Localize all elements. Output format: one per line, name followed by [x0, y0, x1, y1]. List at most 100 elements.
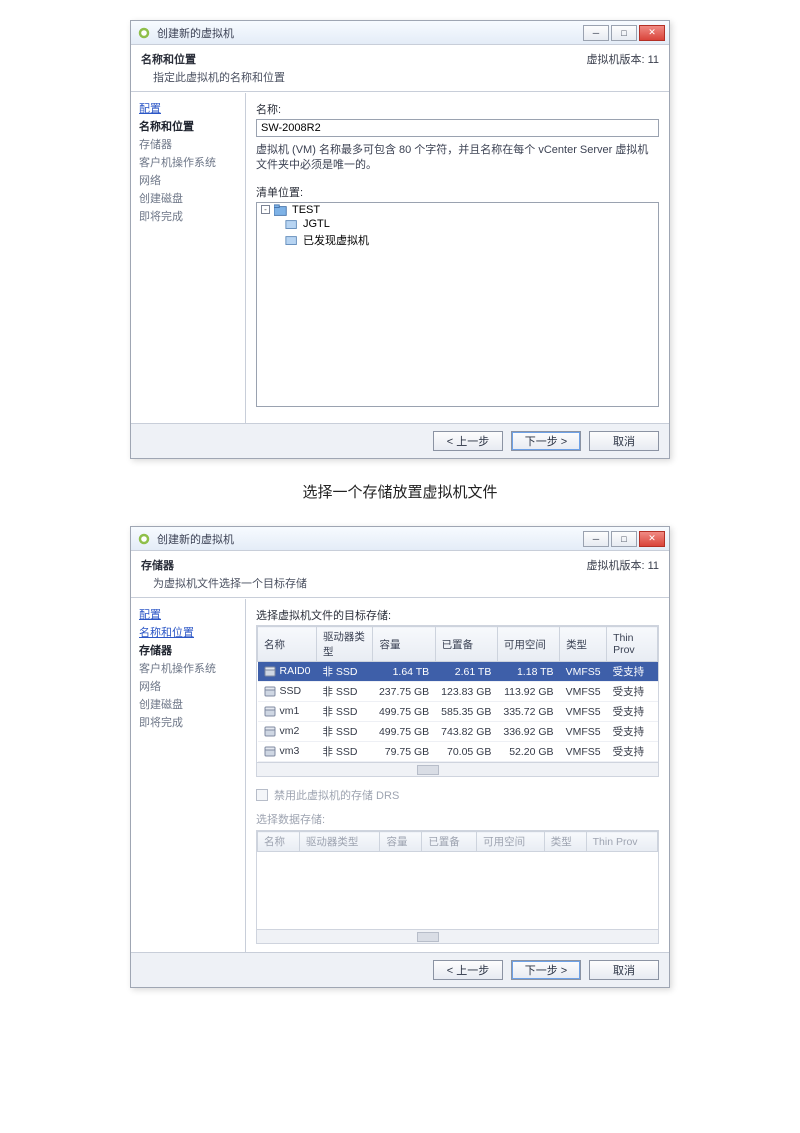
cell: 受支持 — [607, 742, 658, 762]
step-subtitle: 为虚拟机文件选择一个目标存储 — [153, 575, 307, 591]
datastore-icon — [264, 746, 276, 758]
sidebar-item: 创建磁盘 — [139, 695, 237, 713]
minimize-button[interactable]: ─ — [583, 531, 609, 547]
cell: VMFS5 — [560, 662, 607, 682]
cell: 1.18 TB — [497, 662, 559, 682]
datastore-row[interactable]: vm2非 SSD499.75 GB743.82 GB336.92 GBVMFS5… — [258, 722, 658, 742]
datastore-icon — [264, 686, 276, 698]
cell: 499.75 GB — [373, 722, 435, 742]
sidebar-item: 存储器 — [139, 135, 237, 153]
datastore-row[interactable]: SSD非 SSD237.75 GB123.83 GB113.92 GBVMFS5… — [258, 682, 658, 702]
next-button[interactable]: 下一步 > — [511, 431, 581, 451]
cell: VMFS5 — [560, 682, 607, 702]
column-header[interactable]: 可用空间 — [497, 627, 559, 662]
minimize-button[interactable]: ─ — [583, 25, 609, 41]
horizontal-scrollbar[interactable] — [256, 930, 659, 944]
name-hint: 虚拟机 (VM) 名称最多可包含 80 个字符，并且名称在每个 vCenter … — [256, 143, 659, 174]
cell: vm2 — [258, 722, 317, 742]
cell: 受支持 — [607, 662, 658, 682]
cell: 70.05 GB — [435, 742, 497, 762]
cell: 非 SSD — [316, 682, 373, 702]
column-header[interactable]: 名称 — [258, 627, 317, 662]
close-button[interactable]: ✕ — [639, 25, 665, 41]
datastore-icon — [264, 726, 276, 738]
sidebar-item: 名称和位置 — [139, 117, 237, 135]
name-input[interactable] — [256, 119, 659, 137]
sidebar-item: 客户机操作系统 — [139, 659, 237, 677]
window-title: 创建新的虚拟机 — [157, 531, 583, 547]
column-header: 名称 — [258, 832, 300, 852]
app-icon — [137, 532, 151, 546]
cell: 受支持 — [607, 722, 658, 742]
tree-root[interactable]: - TEST — [257, 203, 658, 217]
maximize-button[interactable]: □ — [611, 531, 637, 547]
horizontal-scrollbar[interactable] — [256, 763, 659, 777]
wizard-header: 存储器 为虚拟机文件选择一个目标存储 虚拟机版本: 11 — [131, 551, 669, 598]
cell: 123.83 GB — [435, 682, 497, 702]
sidebar-item[interactable]: 配置 — [139, 99, 237, 117]
collapse-icon[interactable]: - — [261, 205, 270, 214]
column-header[interactable]: 驱动器类型 — [316, 627, 373, 662]
datastore-table[interactable]: 名称驱动器类型容量已置备可用空间类型Thin Prov RAID0非 SSD1.… — [257, 626, 658, 762]
wizard-footer: < 上一步 下一步 > 取消 — [131, 952, 669, 987]
cell: 1.64 TB — [373, 662, 435, 682]
cell: 2.61 TB — [435, 662, 497, 682]
column-header: Thin Prov — [586, 832, 657, 852]
column-header[interactable]: 类型 — [560, 627, 607, 662]
sidebar-item: 网络 — [139, 677, 237, 695]
cancel-button[interactable]: 取消 — [589, 960, 659, 980]
column-header[interactable]: 容量 — [373, 627, 435, 662]
datastore-icon — [264, 666, 276, 678]
column-header[interactable]: 已置备 — [435, 627, 497, 662]
wizard-sidebar: 配置名称和位置存储器客户机操作系统网络创建磁盘即将完成 — [131, 599, 246, 952]
cell: 受支持 — [607, 702, 658, 722]
sidebar-item: 客户机操作系统 — [139, 153, 237, 171]
cell: 113.92 GB — [497, 682, 559, 702]
maximize-button[interactable]: □ — [611, 25, 637, 41]
titlebar[interactable]: 创建新的虚拟机 ─ □ ✕ — [131, 21, 669, 45]
tree-item[interactable]: JGTL — [257, 217, 658, 231]
sidebar-item: 即将完成 — [139, 207, 237, 225]
vm-version: 虚拟机版本: 11 — [586, 51, 659, 85]
column-header: 类型 — [544, 832, 586, 852]
close-button[interactable]: ✕ — [639, 531, 665, 547]
name-label: 名称: — [256, 101, 659, 117]
titlebar[interactable]: 创建新的虚拟机 ─ □ ✕ — [131, 527, 669, 551]
cell: 非 SSD — [316, 662, 373, 682]
sub-datastore-table: 名称驱动器类型容量已置备可用空间类型Thin Prov — [257, 831, 658, 852]
sidebar-item[interactable]: 配置 — [139, 605, 237, 623]
cell: 非 SSD — [316, 702, 373, 722]
column-header: 容量 — [380, 832, 422, 852]
sidebar-item[interactable]: 名称和位置 — [139, 623, 237, 641]
window-title: 创建新的虚拟机 — [157, 25, 583, 41]
tree-item[interactable]: 已发现虚拟机 — [257, 231, 658, 249]
dialog-name-location: 创建新的虚拟机 ─ □ ✕ 名称和位置 指定此虚拟机的名称和位置 虚拟机版本: … — [130, 20, 670, 459]
tree-label: 已发现虚拟机 — [303, 232, 369, 248]
column-header[interactable]: Thin Prov — [607, 627, 658, 662]
next-button[interactable]: 下一步 > — [511, 960, 581, 980]
cell: 受支持 — [607, 682, 658, 702]
column-header: 可用空间 — [477, 832, 545, 852]
cell: VMFS5 — [560, 702, 607, 722]
tree-label: JGTL — [303, 218, 330, 230]
datastore-row[interactable]: vm3非 SSD79.75 GB70.05 GB52.20 GBVMFS5受支持 — [258, 742, 658, 762]
cell: 非 SSD — [316, 742, 373, 762]
window-buttons: ─ □ ✕ — [583, 531, 665, 547]
sublist-label: 选择数据存储: — [256, 811, 659, 827]
cell: 237.75 GB — [373, 682, 435, 702]
folder-icon — [285, 234, 299, 246]
content-area: 名称: 虚拟机 (VM) 名称最多可包含 80 个字符，并且名称在每个 vCen… — [246, 93, 669, 423]
cell: VMFS5 — [560, 742, 607, 762]
back-button[interactable]: < 上一步 — [433, 960, 503, 980]
inventory-tree[interactable]: - TEST JGTL 已发现虚拟机 — [256, 202, 659, 407]
cell: 499.75 GB — [373, 702, 435, 722]
step-title: 名称和位置 — [141, 51, 285, 67]
datastore-row[interactable]: vm1非 SSD499.75 GB585.35 GB335.72 GBVMFS5… — [258, 702, 658, 722]
drs-checkbox-row: 禁用此虚拟机的存储 DRS — [256, 787, 659, 803]
drs-checkbox[interactable] — [256, 789, 268, 801]
drs-checkbox-label: 禁用此虚拟机的存储 DRS — [274, 787, 399, 803]
datastore-row[interactable]: RAID0非 SSD1.64 TB2.61 TB1.18 TBVMFS5受支持 — [258, 662, 658, 682]
cancel-button[interactable]: 取消 — [589, 431, 659, 451]
window-buttons: ─ □ ✕ — [583, 25, 665, 41]
back-button[interactable]: < 上一步 — [433, 431, 503, 451]
